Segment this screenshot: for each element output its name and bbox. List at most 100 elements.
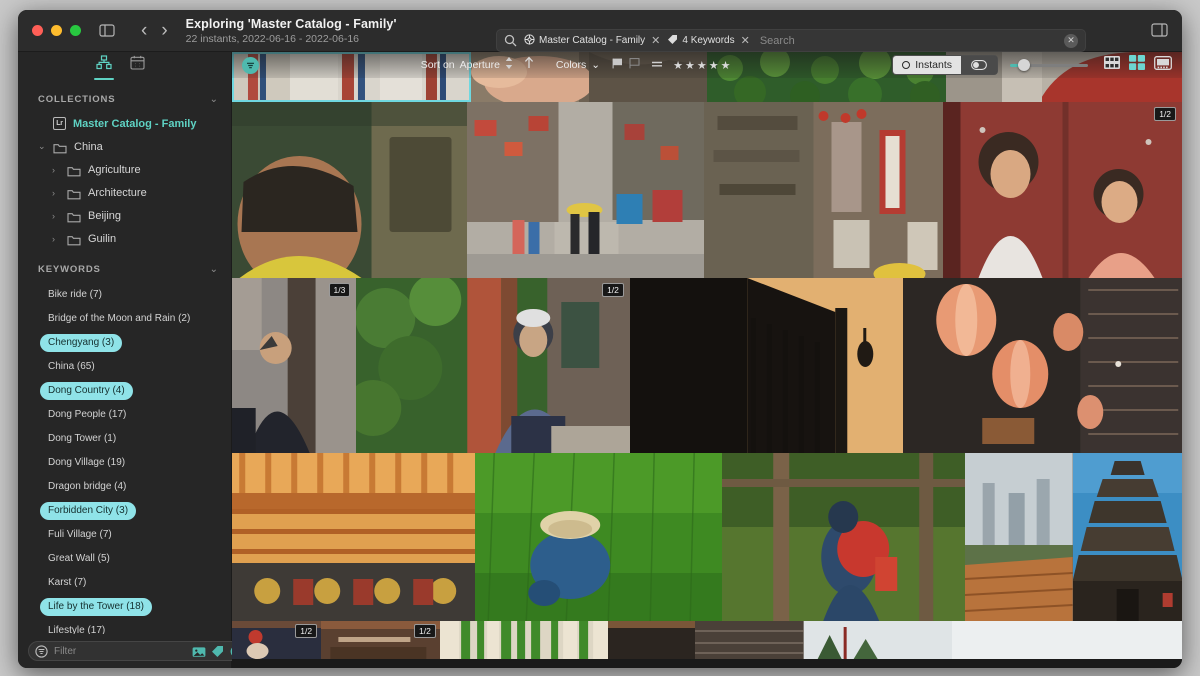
filter-icon[interactable]	[35, 644, 48, 658]
star-rating-filter[interactable]: ★ ★ ★ ★ ★	[673, 59, 730, 72]
sidebar-item-guilin[interactable]: › Guilin	[18, 227, 231, 250]
photo-cell[interactable]	[903, 278, 1182, 453]
keyword-item[interactable]: Lifestyle (17)	[40, 622, 113, 634]
photo-cell[interactable]	[704, 102, 944, 278]
sort-control[interactable]: Sort on Aperture	[421, 56, 534, 74]
right-panel-toggle-icon[interactable]	[1151, 23, 1168, 37]
sidebar-item-china[interactable]: ⌄ China	[18, 135, 231, 158]
keyword-item[interactable]: Bridge of the Moon and Rain (2)	[40, 310, 198, 328]
star-icon[interactable]: ★	[697, 59, 707, 72]
chevron-down-icon[interactable]: ⌄	[591, 59, 600, 71]
chevron-right-icon[interactable]: ›	[52, 211, 60, 221]
chevron-down-icon[interactable]: ⌄	[38, 141, 46, 152]
photo-cell[interactable]	[965, 453, 1073, 621]
photo-filter-icon[interactable]	[192, 645, 206, 658]
keyword-item[interactable]: Dong Village (19)	[40, 454, 133, 472]
sidebar-tab-calendar[interactable]	[130, 55, 145, 78]
keyword-item[interactable]: Forbidden City (3)	[40, 502, 137, 520]
instants-segmented-control[interactable]: Instants	[892, 55, 999, 75]
sidebar-item-beijing[interactable]: › Beijing	[18, 204, 231, 227]
photo-cell[interactable]	[467, 102, 705, 278]
keyword-item[interactable]: Dong Tower (1)	[40, 430, 124, 448]
sidebar-scroll-area[interactable]: COLLECTIONS ⌄ Lr Master Catalog - Family…	[18, 80, 231, 634]
equals-icon[interactable]	[651, 56, 663, 74]
photo-cell[interactable]: 1/2	[943, 102, 1182, 278]
colors-control[interactable]: Colors ⌄	[556, 59, 600, 71]
chevron-down-icon[interactable]: ⌄	[210, 94, 218, 105]
grid-view-icon[interactable]	[1129, 55, 1146, 75]
photo-cell[interactable]	[475, 453, 722, 621]
star-icon[interactable]: ★	[673, 59, 683, 72]
keyword-filter-icon[interactable]	[211, 645, 224, 658]
search-token-remove[interactable]: ✕	[651, 34, 660, 47]
toggle-switch-icon[interactable]	[961, 56, 998, 74]
photo-cell[interactable]	[232, 453, 476, 621]
photo-cell[interactable]: 1/3	[232, 278, 357, 453]
photo-cell[interactable]	[629, 278, 904, 453]
search-clear-button[interactable]: ✕	[1064, 33, 1078, 48]
chevron-right-icon[interactable]: ›	[52, 234, 60, 244]
photo-cell[interactable]	[232, 102, 468, 278]
forward-button[interactable]: ›	[161, 21, 167, 40]
arrow-up-icon[interactable]	[524, 56, 534, 74]
photo-grid[interactable]: 1/2 1/3 1/2 1/2 1/2	[232, 52, 1182, 668]
slider-knob[interactable]	[1017, 59, 1030, 71]
photo-cell[interactable]: 1/2	[321, 621, 440, 659]
back-button[interactable]: ‹	[141, 21, 147, 40]
rating-filters[interactable]: ★ ★ ★ ★ ★	[612, 56, 730, 74]
photo-cell[interactable]	[1072, 453, 1182, 621]
sidebar-item-agriculture[interactable]: › Agriculture	[18, 158, 231, 181]
keywords-section-header[interactable]: KEYWORDS ⌄	[18, 250, 231, 282]
detail-view-icon[interactable]	[1154, 55, 1172, 75]
search-token-remove[interactable]: ✕	[741, 34, 750, 47]
search-input[interactable]	[759, 34, 1064, 47]
keyword-item[interactable]: Bike ride (7)	[40, 286, 110, 304]
flag-filled-icon[interactable]	[612, 56, 624, 74]
photo-cell[interactable]	[439, 621, 609, 659]
sort-value[interactable]: Aperture	[460, 59, 500, 71]
photo-cell[interactable]	[721, 453, 966, 621]
filter-box[interactable]	[28, 641, 250, 661]
photo-cell[interactable]: 1/2	[232, 621, 322, 659]
keyword-item[interactable]: Karst (7)	[40, 574, 94, 592]
close-button[interactable]	[32, 25, 43, 36]
photo-cell[interactable]: 1/2	[356, 278, 630, 453]
keyword-item[interactable]: Dragon bridge (4)	[40, 478, 134, 496]
sidebar-tab-hierarchy[interactable]	[94, 54, 114, 80]
chevron-right-icon[interactable]: ›	[52, 188, 60, 198]
collections-section-header[interactable]: COLLECTIONS ⌄	[18, 86, 231, 112]
filter-input[interactable]	[54, 645, 186, 657]
star-icon[interactable]: ★	[685, 59, 695, 72]
grid-options-icon[interactable]	[242, 56, 259, 74]
flag-outline-icon[interactable]	[629, 56, 641, 74]
minimize-button[interactable]	[51, 25, 62, 36]
search-bar[interactable]: Master Catalog - Family ✕ 4 Keywords ✕ ✕	[496, 29, 1086, 52]
keyword-item[interactable]: Fuli Village (7)	[40, 526, 120, 544]
keyword-item[interactable]: Dong People (17)	[40, 406, 134, 424]
stepper-updown-icon[interactable]	[505, 56, 513, 74]
chevron-down-icon[interactable]: ⌄	[210, 264, 218, 275]
sidebar-item-architecture[interactable]: › Architecture	[18, 181, 231, 204]
maximize-button[interactable]	[70, 25, 81, 36]
sidebar-toggle-icon[interactable]	[99, 24, 115, 37]
thumbnail-size-slider[interactable]	[1010, 59, 1089, 71]
search-token-keywords[interactable]: 4 Keywords ✕	[667, 32, 750, 50]
chevron-right-icon[interactable]: ›	[52, 165, 60, 175]
keyword-item[interactable]: Chengyang (3)	[40, 334, 123, 352]
star-icon[interactable]: ★	[721, 59, 731, 72]
photo-cell[interactable]	[608, 621, 696, 659]
sidebar-item-master-catalog[interactable]: Lr Master Catalog - Family	[18, 112, 231, 135]
star-icon[interactable]: ★	[709, 59, 719, 72]
keyword-item[interactable]: China (65)	[40, 358, 103, 376]
filmstrip-view-icon[interactable]	[1104, 56, 1121, 74]
view-mode-group[interactable]	[1104, 55, 1172, 75]
instants-button[interactable]: Instants	[893, 56, 962, 74]
photo-cell[interactable]	[695, 621, 953, 659]
search-token-catalog[interactable]: Master Catalog - Family ✕	[524, 32, 660, 50]
keyword-item[interactable]: Dong Country (4)	[40, 382, 133, 400]
navigation-arrows[interactable]: ‹ ›	[141, 21, 168, 40]
photo-cell[interactable]	[952, 621, 1182, 659]
window-controls[interactable]	[32, 25, 81, 36]
keyword-item[interactable]: Life by the Tower (18)	[40, 598, 152, 616]
keyword-item[interactable]: Great Wall (5)	[40, 550, 118, 568]
